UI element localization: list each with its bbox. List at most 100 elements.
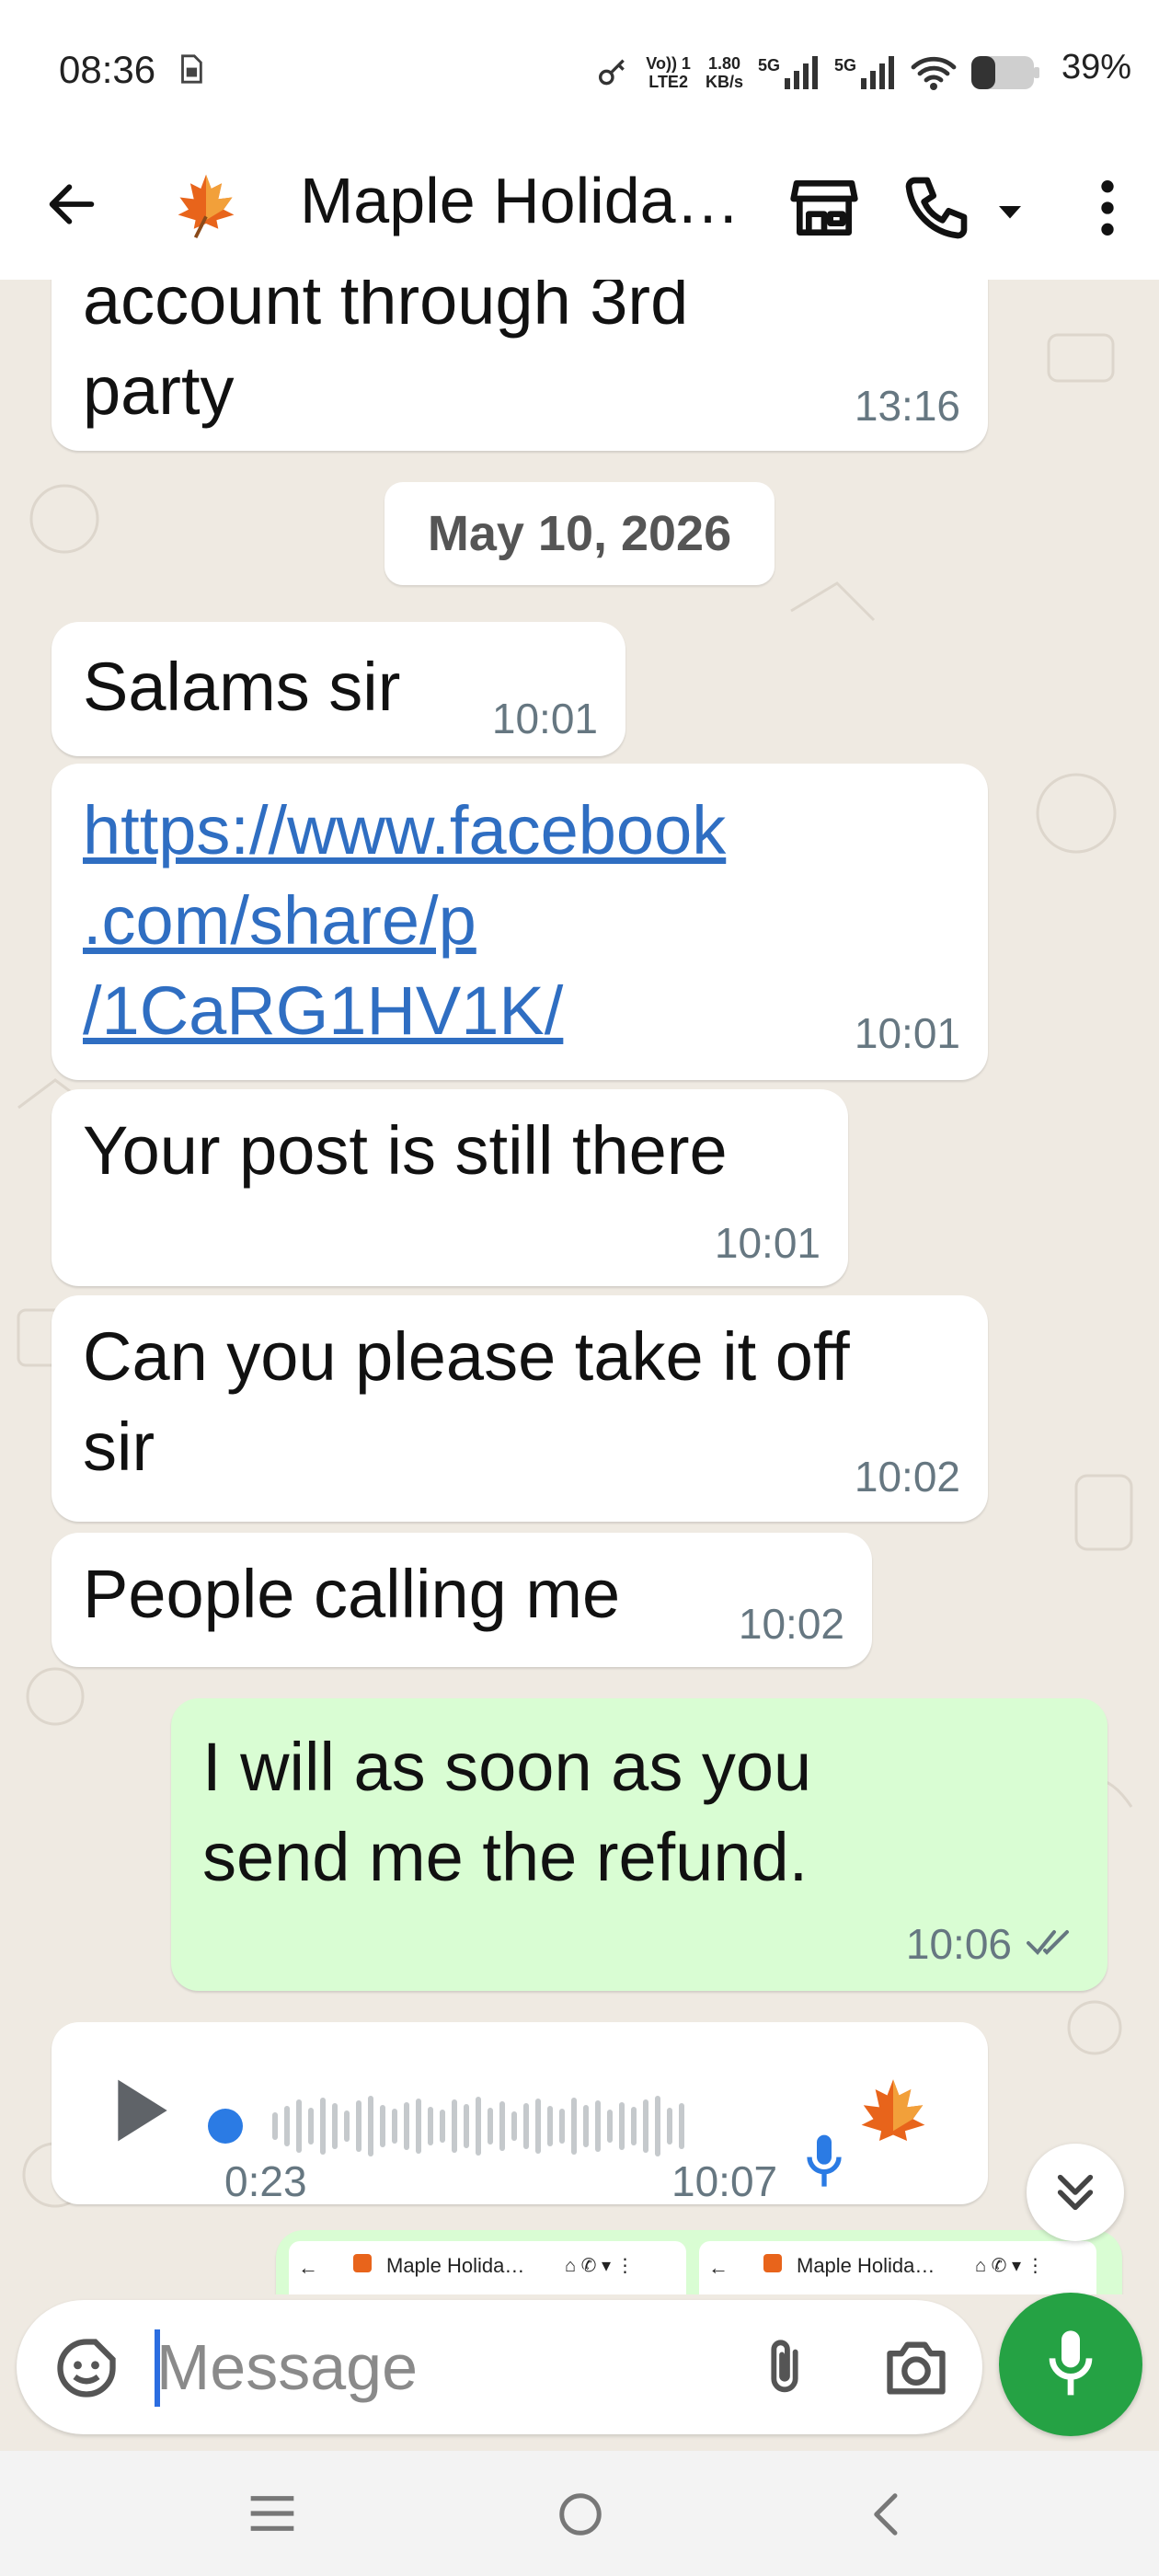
waveform-bar	[416, 2099, 421, 2154]
waveform-bar	[619, 2102, 625, 2150]
wifi-icon	[911, 56, 957, 90]
speed-unit: KB/s	[705, 73, 743, 91]
waveform-bar	[667, 2108, 672, 2145]
home-icon[interactable]	[556, 2490, 605, 2539]
chat-header: Maple Holida…	[0, 147, 1159, 282]
waveform-bar	[308, 2108, 314, 2145]
voice-message[interactable]: 0:23 10:07	[52, 2022, 988, 2205]
message-incoming[interactable]: Can you please take it off sir 10:02	[52, 1295, 988, 1522]
waveform-bar	[296, 2099, 302, 2153]
store-icon[interactable]	[787, 171, 861, 245]
thumb-icons: ⌂ ✆ ▾ ⋮	[975, 2256, 1045, 2276]
mic-icon	[1049, 2330, 1093, 2396]
thumb-leaf-icon	[763, 2254, 782, 2272]
network-speed: 1.80 KB/s	[706, 54, 743, 91]
chevron-down-icon[interactable]	[993, 195, 1027, 228]
waveform-bar	[392, 2109, 397, 2144]
waveform-bar	[272, 2112, 278, 2140]
waveform-bar	[476, 2097, 481, 2156]
key-icon	[599, 59, 625, 86]
waveform-bar	[452, 2099, 457, 2153]
message-incoming[interactable]: Salams sir 10:01	[52, 622, 625, 756]
waveform-bar	[380, 2105, 385, 2147]
message-time: 10:07	[671, 2157, 778, 2205]
battery-percent: 39%	[1061, 48, 1131, 86]
message-text: Your post is still there	[83, 1112, 728, 1189]
message-text: Can you please take it off sir	[83, 1318, 850, 1485]
waveform-bar	[499, 2101, 505, 2151]
signal-bars-icon	[861, 56, 894, 89]
signal-bars-icon	[784, 56, 818, 89]
volte-bottom: LTE2	[648, 73, 688, 91]
back-arrow-icon[interactable]	[42, 175, 101, 234]
image-message[interactable]: ← Maple Holida… ⌂ ✆ ▾ ⋮ ← Maple Holida… …	[276, 2230, 1122, 2294]
message-text: account through 3rd party	[83, 280, 689, 429]
chat-area[interactable]: account through 3rd party 13:16 May 10, …	[0, 280, 1159, 2294]
chat-title[interactable]: Maple Holida…	[300, 164, 740, 237]
thumb-icons: ⌂ ✆ ▾ ⋮	[565, 2256, 635, 2276]
message-time: 10:06	[905, 1920, 1012, 1968]
double-chevron-down-icon	[1057, 2174, 1094, 2211]
double-check-icon	[1027, 1930, 1069, 1955]
waveform-bar	[643, 2099, 648, 2153]
waveform-bar	[440, 2110, 445, 2143]
signal-1: 5G	[758, 56, 820, 89]
status-bar: 08:36 Vo)) 1 LTE2 1.80 KB/s 5G 5G 39%	[0, 0, 1159, 147]
waveform-bar	[320, 2098, 326, 2155]
message-time: 10:01	[854, 1009, 960, 1057]
phone-icon[interactable]	[900, 171, 973, 245]
waveform-bar	[631, 2107, 637, 2145]
camera-icon[interactable]	[881, 2333, 951, 2403]
menu-icon[interactable]	[247, 2491, 298, 2536]
message-incoming[interactable]: People calling me 10:02	[52, 1533, 872, 1667]
waveform-bar	[595, 2100, 601, 2152]
message-time: 10:02	[854, 1453, 960, 1501]
attach-icon[interactable]	[752, 2333, 817, 2403]
thumb-title: Maple Holida…	[386, 2254, 525, 2277]
waveform-bar	[607, 2110, 613, 2143]
voice-record-button[interactable]	[999, 2293, 1142, 2436]
voice-duration: 0:23	[224, 2157, 307, 2205]
waveform-bar	[404, 2102, 409, 2150]
sim-card-icon	[181, 54, 202, 84]
sticker-icon[interactable]	[52, 2333, 121, 2403]
playback-dot[interactable]	[208, 2109, 243, 2144]
back-icon[interactable]	[868, 2490, 905, 2539]
message-text: Salams sir	[83, 649, 401, 725]
thumb-back-icon: ←	[298, 2256, 318, 2279]
message-time: 13:16	[854, 382, 960, 430]
waveform-bar	[559, 2109, 565, 2144]
message-incoming[interactable]: https://www.facebook .com/share/p /1CaRG…	[52, 764, 988, 1080]
waveform-bar	[428, 2107, 433, 2145]
more-vert-icon[interactable]	[1071, 171, 1144, 245]
waveform-bar	[535, 2099, 541, 2154]
waveform-bar	[547, 2106, 553, 2146]
scroll-to-bottom-button[interactable]	[1027, 2144, 1124, 2241]
waveform-bar	[655, 2096, 660, 2156]
thumb-back-icon: ←	[708, 2256, 729, 2279]
message-outgoing[interactable]: I will as soon as you send me the refund…	[171, 1698, 1107, 1991]
message-incoming[interactable]: account through 3rd party 13:16	[52, 280, 988, 451]
speed-value: 1.80	[707, 54, 740, 73]
waveform-bar	[356, 2100, 361, 2152]
screenshot-thumbnail[interactable]: ← Maple Holida… ⌂ ✆ ▾ ⋮	[699, 2241, 1096, 2294]
maple-leaf-icon	[861, 2079, 925, 2141]
message-incoming[interactable]: Your post is still there 10:01	[52, 1089, 848, 1286]
waveform-bar	[583, 2105, 589, 2147]
play-icon[interactable]	[110, 2074, 175, 2147]
message-input[interactable]	[156, 2328, 727, 2407]
message-link[interactable]: https://www.facebook .com/share/p /1CaRG…	[83, 786, 726, 1056]
message-text: People calling me	[83, 1556, 621, 1632]
volte-top: Vo)) 1	[646, 54, 691, 73]
waveform-bar	[464, 2104, 469, 2148]
waveform[interactable]	[272, 2094, 684, 2158]
waveform-bar	[488, 2108, 493, 2145]
date-separator: May 10, 2026	[384, 482, 775, 585]
waveform-bar	[523, 2103, 529, 2149]
maple-leaf-icon[interactable]	[171, 171, 241, 241]
waveform-bar	[344, 2110, 350, 2142]
screenshot-thumbnail[interactable]: ← Maple Holida… ⌂ ✆ ▾ ⋮	[289, 2241, 686, 2294]
waveform-bar	[571, 2098, 577, 2155]
signal-2: 5G	[834, 56, 896, 89]
message-time: 10:01	[491, 695, 598, 742]
